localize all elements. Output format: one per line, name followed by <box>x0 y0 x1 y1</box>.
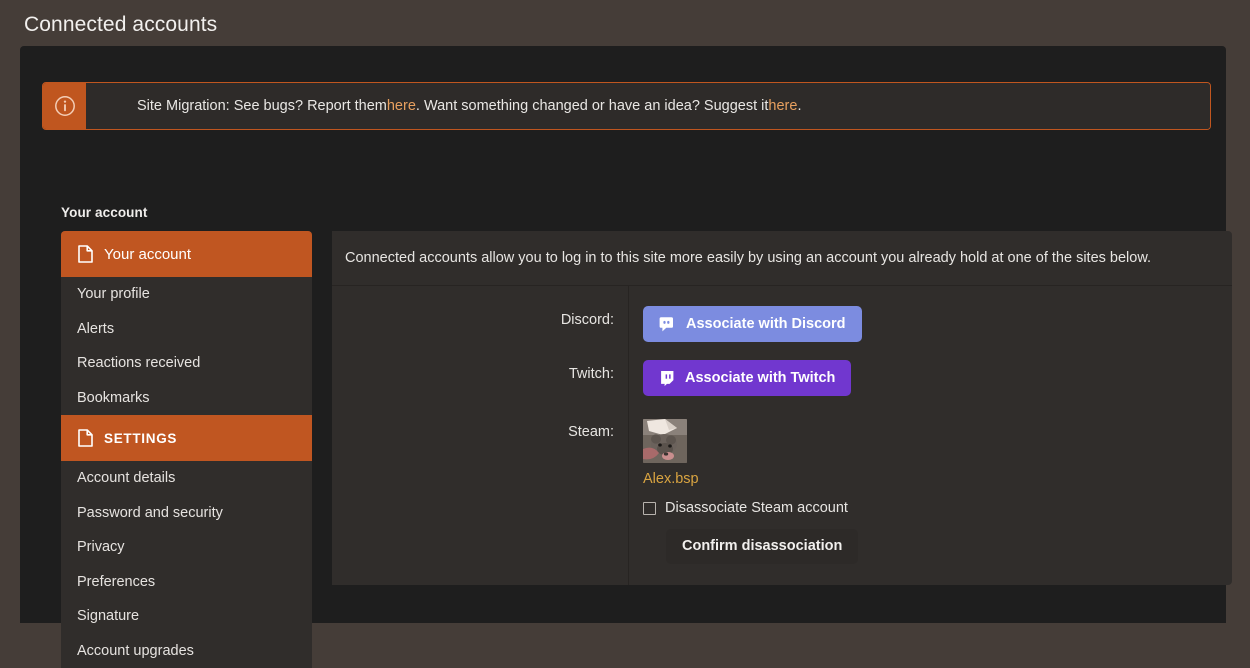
row-field-discord: Associate with Discord <box>614 306 1232 342</box>
connected-accounts-rows: Discord: Associate with Discord <box>332 286 1232 585</box>
row-field-steam: Alex.bsp Disassociate Steam account Conf… <box>614 419 1232 564</box>
confirm-disassociation-button[interactable]: Confirm disassociation <box>666 529 858 564</box>
row-steam: Steam: <box>332 396 1232 564</box>
sidebar-item-preferences[interactable]: Preferences <box>61 565 312 600</box>
sidebar-group-header-settings[interactable]: SETTINGS <box>61 415 312 461</box>
user-avatar-rat-in-hat-icon[interactable] <box>643 419 687 463</box>
sidebar-heading: Your account <box>61 205 147 220</box>
associate-with-twitch-button[interactable]: Associate with Twitch <box>643 360 851 396</box>
row-label-steam: Steam: <box>332 419 614 440</box>
row-discord: Discord: Associate with Discord <box>332 286 1232 342</box>
notice-link-report[interactable]: here <box>387 98 416 114</box>
row-label-twitch: Twitch: <box>332 360 614 382</box>
notice-text-part3: . <box>797 98 801 114</box>
notice-text-part2: . Want something changed or have an idea… <box>416 98 769 114</box>
discord-icon <box>659 316 676 333</box>
sidebar-item-account-details[interactable]: Account details <box>61 461 312 496</box>
disassociate-steam-checkbox[interactable] <box>643 502 656 515</box>
notice-text: Site Migration: See bugs? Report them he… <box>86 83 1210 129</box>
info-circle-icon <box>43 83 86 129</box>
steam-username-link[interactable]: Alex.bsp <box>643 471 1232 487</box>
sidebar-item-your-profile[interactable]: Your profile <box>61 277 312 312</box>
connected-accounts-panel: Connected accounts allow you to log in t… <box>332 231 1232 585</box>
sidebar-item-alerts[interactable]: Alerts <box>61 312 312 347</box>
sidebar-group-header-label: SETTINGS <box>104 431 177 446</box>
page-document-icon <box>78 429 93 447</box>
associate-with-discord-button[interactable]: Associate with Discord <box>643 306 862 342</box>
row-field-twitch: Associate with Twitch <box>614 360 1232 396</box>
page-shell: Site Migration: See bugs? Report them he… <box>20 46 1226 623</box>
page-document-icon <box>78 245 93 263</box>
disassociate-steam-checkbox-label: Disassociate Steam account <box>665 500 848 516</box>
disassociate-steam-checkbox-row[interactable]: Disassociate Steam account <box>643 500 1232 516</box>
row-label-discord: Discord: <box>332 306 614 328</box>
notice-text-part1: Site Migration: See bugs? Report them <box>137 98 387 114</box>
sidebar-item-reactions-received[interactable]: Reactions received <box>61 346 312 381</box>
sidebar-item-password-and-security[interactable]: Password and security <box>61 496 312 531</box>
associate-with-discord-label: Associate with Discord <box>686 316 846 332</box>
notice-link-suggest[interactable]: here <box>768 98 797 114</box>
associate-with-twitch-label: Associate with Twitch <box>685 370 835 386</box>
sidebar-item-bookmarks[interactable]: Bookmarks <box>61 381 312 416</box>
sidebar-item-signature[interactable]: Signature <box>61 599 312 634</box>
row-twitch: Twitch: Associate with Twitch <box>332 342 1232 396</box>
site-notice-banner: Site Migration: See bugs? Report them he… <box>42 82 1211 130</box>
sidebar-group-header-label: Your account <box>104 246 191 263</box>
page-title: Connected accounts <box>24 13 217 37</box>
sidebar-group-header-your-account[interactable]: Your account <box>61 231 312 277</box>
sidebar-item-privacy[interactable]: Privacy <box>61 530 312 565</box>
sidebar-item-account-upgrades[interactable]: Account upgrades <box>61 634 312 668</box>
panel-description: Connected accounts allow you to log in t… <box>332 231 1232 286</box>
twitch-icon <box>659 370 675 387</box>
sidebar-nav: Your account Your profile Alerts Reactio… <box>61 231 312 668</box>
